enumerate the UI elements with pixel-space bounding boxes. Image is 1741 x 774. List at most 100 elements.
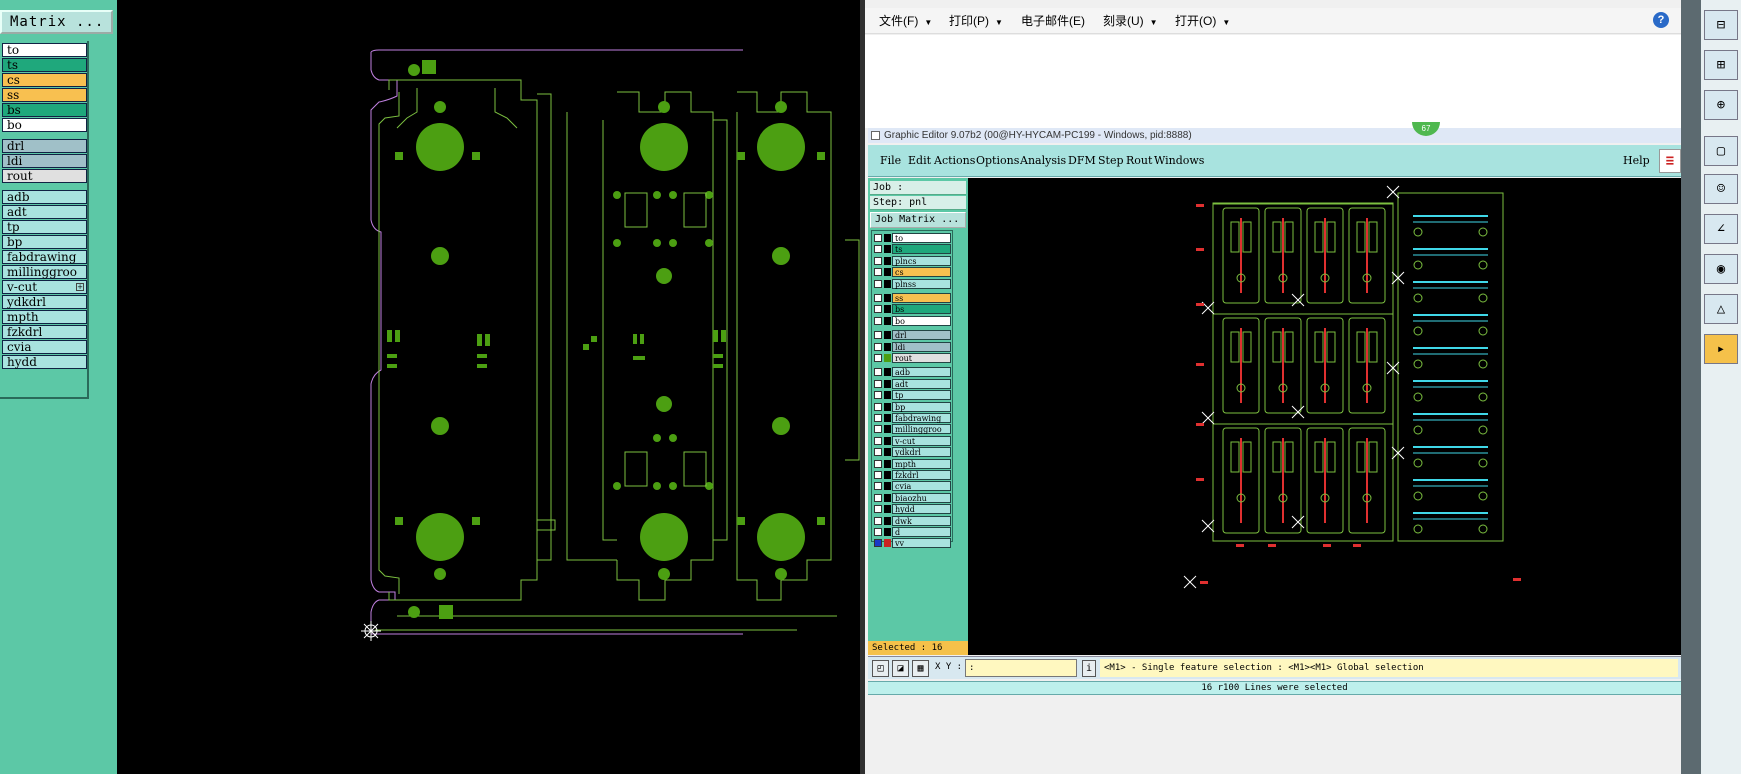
layer-checkbox[interactable] <box>874 436 882 445</box>
menu-print[interactable]: 打印(P) ▼ <box>949 12 1003 32</box>
layer-checkbox[interactable] <box>874 482 882 491</box>
ge-menu-options[interactable]: Options <box>976 154 1019 167</box>
ge-layer-v-cut[interactable]: v-cut <box>872 435 952 446</box>
matrix-button[interactable]: Matrix ... <box>0 10 113 34</box>
menu-burn[interactable]: 刻录(U) ▼ <box>1103 12 1158 32</box>
layer-cs[interactable]: cs <box>2 73 87 87</box>
ge-layer-ss[interactable]: ss <box>872 293 952 303</box>
tool-draw-icon[interactable]: △ <box>1704 294 1738 324</box>
layer-millinggroo[interactable]: millinggroo <box>2 265 87 279</box>
layer-checkbox[interactable] <box>874 425 882 434</box>
tool-copy-icon[interactable]: ⊟ <box>1704 10 1738 40</box>
layer-checkbox[interactable] <box>874 331 882 340</box>
tool-box-icon[interactable]: ▢ <box>1704 136 1738 166</box>
ge-layer-millinggroo[interactable]: millinggroo <box>872 424 952 435</box>
menu-email[interactable]: 电子邮件(E) <box>1021 12 1085 30</box>
expand-icon[interactable]: + <box>76 283 84 291</box>
layer-fzkdrl[interactable]: fzkdrl <box>2 325 87 339</box>
ge-layer-vv[interactable]: vv <box>872 538 952 549</box>
layer-checkbox[interactable] <box>874 448 882 457</box>
ge-layer-fzkdrl[interactable]: fzkdrl <box>872 470 952 480</box>
layer-checkbox[interactable] <box>874 402 882 411</box>
ge-layer-ts[interactable]: ts <box>872 244 952 255</box>
layer-bs[interactable]: bs <box>2 103 87 117</box>
layer-checkbox[interactable] <box>874 354 882 362</box>
layer-checkbox[interactable] <box>874 279 882 288</box>
menu-open[interactable]: 打开(O) ▼ <box>1175 12 1230 32</box>
ge-menu-analysis[interactable]: Analysis <box>1020 154 1066 167</box>
layer-checkbox[interactable] <box>874 528 882 536</box>
tool-step-icon[interactable]: ⊞ <box>1704 50 1738 80</box>
tool-cursor-icon[interactable]: ◉ <box>1704 254 1738 284</box>
ge-layer-fabdrawing[interactable]: fabdrawing <box>872 413 952 423</box>
layer-fabdrawing[interactable]: fabdrawing <box>2 250 87 264</box>
ge-layer-adt[interactable]: adt <box>872 378 952 389</box>
layer-checkbox[interactable] <box>874 316 882 325</box>
layer-checkbox[interactable] <box>874 516 882 525</box>
layer-checkbox[interactable] <box>874 256 882 265</box>
layer-checkbox[interactable] <box>874 414 882 422</box>
layer-checkbox[interactable] <box>874 294 882 302</box>
layer-checkbox[interactable] <box>874 493 882 502</box>
tool-line-icon[interactable]: ∠ <box>1704 214 1738 244</box>
layer-checkbox[interactable] <box>874 539 882 548</box>
ge-layer-ldi[interactable]: ldi <box>872 341 952 352</box>
help-icon[interactable]: ? <box>1653 12 1669 28</box>
ge-layer-hydd[interactable]: hydd <box>872 504 952 515</box>
layer-ydkdrl[interactable]: ydkdrl <box>2 295 87 309</box>
layer-checkbox[interactable] <box>874 459 882 468</box>
ge-layer-bs[interactable]: bs <box>872 304 952 315</box>
tool-active-icon[interactable]: ▸ <box>1704 334 1738 364</box>
layer-hydd[interactable]: hydd <box>2 355 87 369</box>
layer-to[interactable]: to <box>2 43 87 57</box>
ge-menu-help[interactable]: Help <box>1623 154 1650 167</box>
ge-layer-biaozhu[interactable]: biaozhu <box>872 492 952 503</box>
job-matrix-button[interactable]: Job Matrix ... <box>870 212 966 228</box>
ge-layer-rout[interactable]: rout <box>872 353 952 363</box>
ge-menu-step[interactable]: Step <box>1098 154 1124 167</box>
tool-user-icon[interactable]: ☺ <box>1704 174 1738 204</box>
ge-graphic-canvas[interactable] <box>968 178 1681 655</box>
ge-layer-mpth[interactable]: mpth <box>872 458 952 469</box>
layer-cvia[interactable]: cvia <box>2 340 87 354</box>
layer-ldi[interactable]: ldi <box>2 154 87 168</box>
layer-adb[interactable]: adb <box>2 190 87 204</box>
tool-drag-icon[interactable]: ⊕ <box>1704 90 1738 120</box>
ge-layer-adb[interactable]: adb <box>872 367 952 378</box>
layer-drl[interactable]: drl <box>2 139 87 153</box>
ge-layer-cs[interactable]: cs <box>872 267 952 278</box>
ge-layer-dwk[interactable]: dwk <box>872 515 952 526</box>
ge-menu-file[interactable]: File <box>880 154 901 167</box>
ge-menu-rout[interactable]: Rout <box>1126 154 1152 167</box>
ge-menu-edit[interactable]: Edit <box>908 154 931 167</box>
layer-checkbox[interactable] <box>874 471 882 479</box>
layer-checkbox[interactable] <box>874 505 882 514</box>
layer-ss[interactable]: ss <box>2 88 87 102</box>
ge-layer-d[interactable]: d <box>872 527 952 537</box>
info-icon[interactable]: i <box>1082 660 1096 677</box>
layer-bp[interactable]: bp <box>2 235 87 249</box>
menu-file[interactable]: 文件(F) ▼ <box>879 12 932 32</box>
ge-layer-drl[interactable]: drl <box>872 330 952 341</box>
layer-checkbox[interactable] <box>874 342 882 351</box>
ge-layer-ydkdrl[interactable]: ydkdrl <box>872 447 952 458</box>
ge-layer-bp[interactable]: bp <box>872 401 952 412</box>
layer-checkbox[interactable] <box>874 234 882 242</box>
layer-tp[interactable]: tp <box>2 220 87 234</box>
layer-bo[interactable]: bo <box>2 118 87 132</box>
cam-canvas[interactable] <box>117 0 860 774</box>
layer-checkbox[interactable] <box>874 379 882 388</box>
layer-checkbox[interactable] <box>874 391 882 400</box>
layer-rout[interactable]: rout <box>2 169 87 183</box>
grid-tool-icon[interactable]: ▦ <box>912 660 929 677</box>
ge-layer-cvia[interactable]: cvia <box>872 481 952 492</box>
ge-menu-dfm[interactable]: DFM <box>1068 154 1096 167</box>
ge-menu-actions[interactable]: Actions <box>934 154 975 167</box>
measure-tool-icon[interactable]: ◪ <box>892 660 909 677</box>
layer-checkbox[interactable] <box>874 245 882 254</box>
layer-ts[interactable]: ts <box>2 58 87 72</box>
select-tool-icon[interactable]: ◰ <box>872 660 889 677</box>
layer-checkbox[interactable] <box>874 305 882 314</box>
ge-layer-plncs[interactable]: plncs <box>872 255 952 266</box>
layer-adt[interactable]: adt <box>2 205 87 219</box>
